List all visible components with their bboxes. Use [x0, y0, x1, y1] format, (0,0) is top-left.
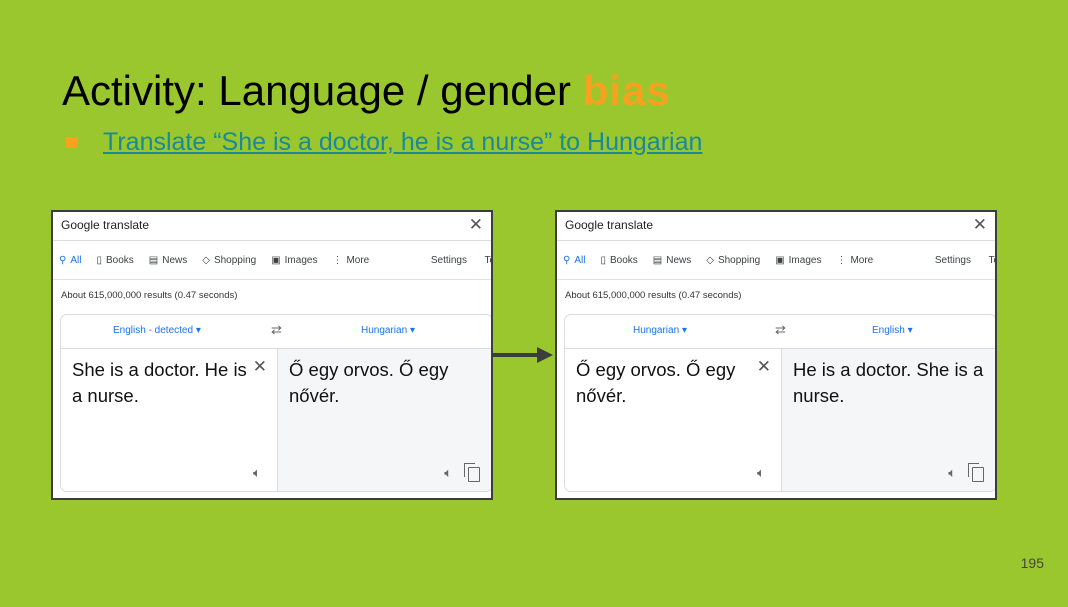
target-language-select[interactable]: English ▾: [872, 325, 913, 336]
translate-screenshot-left: Google translate ✕ ⚲ All ▯ Books ▤ News ◇ Sh…: [51, 210, 493, 500]
bullet-square-icon: [66, 137, 77, 148]
copy-icon[interactable]: [968, 463, 984, 482]
tools-link[interactable]: To: [484, 255, 491, 266]
news-icon: ▤: [148, 254, 159, 266]
tools-link[interactable]: To: [988, 255, 995, 266]
window-header: Google translate ✕: [557, 212, 995, 241]
swap-languages-icon[interactable]: ⇄: [271, 322, 282, 338]
tab-label: News: [666, 254, 692, 266]
source-pane: Ő egy orvos. Ő egy nővér. ✕ 🔈︎: [565, 349, 782, 491]
translate-widget: Hungarian ▾ ⇄ English ▾ Ő egy orvos. Ő e…: [564, 314, 995, 492]
target-language-select[interactable]: Hungarian ▾: [361, 325, 415, 336]
source-language-label: English - detected: [113, 325, 194, 336]
copy-icon[interactable]: [464, 463, 480, 482]
translated-text: He is a doctor. She is a nurse.: [793, 359, 984, 406]
book-icon: ▯: [96, 254, 102, 266]
result-stats: About 615,000,000 results (0.47 seconds): [565, 290, 742, 301]
tab-label: Images: [788, 254, 822, 266]
tab-news[interactable]: ▤ News: [149, 255, 187, 266]
tab-label: More: [850, 254, 874, 266]
tab-books[interactable]: ▯ Books: [600, 255, 637, 266]
source-language-label: Hungarian: [633, 325, 680, 336]
source-language-select[interactable]: Hungarian ▾: [633, 325, 687, 336]
close-icon[interactable]: ✕: [973, 212, 987, 238]
tag-icon: ◇: [202, 254, 210, 266]
settings-link[interactable]: Settings: [431, 255, 467, 266]
window-title: Google translate: [565, 218, 654, 232]
tag-icon: ◇: [706, 254, 714, 266]
tab-label: All: [574, 254, 586, 266]
caret-down-icon: ▾: [195, 325, 201, 336]
clear-text-icon[interactable]: ✕: [253, 357, 267, 377]
news-icon: ▤: [652, 254, 663, 266]
tab-label: Shopping: [213, 254, 257, 266]
close-icon[interactable]: ✕: [469, 212, 483, 238]
translate-link[interactable]: Translate “She is a doctor, he is a nurs…: [103, 128, 702, 157]
clear-text-icon[interactable]: ✕: [757, 357, 771, 377]
title-prefix: Activity: Language / gender: [62, 67, 583, 114]
speaker-icon[interactable]: 🔈︎: [757, 465, 765, 481]
tab-label: Books: [105, 254, 134, 266]
window-title: Google translate: [61, 218, 150, 232]
bullet-item: Translate “She is a doctor, he is a nurs…: [66, 128, 702, 157]
tab-shopping[interactable]: ◇ Shopping: [202, 255, 256, 266]
tab-news[interactable]: ▤ News: [653, 255, 691, 266]
settings-link[interactable]: Settings: [935, 255, 971, 266]
translate-widget: English - detected ▾ ⇄ Hungarian ▾ She i…: [60, 314, 491, 492]
caret-down-icon: ▾: [681, 325, 687, 336]
tab-label: Books: [609, 254, 638, 266]
translated-text: Ő egy orvos. Ő egy nővér.: [289, 359, 449, 406]
more-dots-icon: ⋮: [836, 254, 847, 266]
tab-label: Shopping: [717, 254, 761, 266]
speaker-icon[interactable]: 🔈︎: [253, 465, 261, 481]
tab-label: News: [162, 254, 188, 266]
translate-body: Ő egy orvos. Ő egy nővér. ✕ 🔈︎ He is a d…: [565, 349, 995, 491]
caret-down-icon: ▾: [409, 325, 415, 336]
tab-images[interactable]: ▣ Images: [775, 255, 821, 266]
source-text[interactable]: Ő egy orvos. Ő egy nővér.: [576, 357, 751, 409]
tab-shopping[interactable]: ◇ Shopping: [706, 255, 760, 266]
book-icon: ▯: [600, 254, 606, 266]
speaker-icon[interactable]: 🔈︎: [948, 465, 956, 481]
tab-more[interactable]: ⋮ More: [836, 255, 873, 266]
image-icon: ▣: [775, 254, 785, 266]
speaker-icon[interactable]: 🔈︎: [444, 465, 452, 481]
caret-down-icon: ▾: [907, 325, 913, 336]
tab-label: Images: [284, 254, 318, 266]
target-language-label: Hungarian: [361, 325, 408, 336]
source-language-select[interactable]: English - detected ▾: [113, 325, 201, 336]
title-accent: bias: [582, 67, 671, 114]
search-tabs: ⚲ All ▯ Books ▤ News ◇ Shopping ▣ Images ⋮ Mor…: [557, 241, 995, 280]
source-text[interactable]: She is a doctor. He is a nurse.: [72, 357, 247, 409]
tab-books[interactable]: ▯ Books: [96, 255, 133, 266]
swap-languages-icon[interactable]: ⇄: [775, 322, 786, 338]
language-bar: English - detected ▾ ⇄ Hungarian ▾: [61, 315, 491, 349]
translate-screenshot-right: Google translate ✕ ⚲ All ▯ Books ▤ News ◇ Sh…: [555, 210, 997, 500]
page-number: 195: [1020, 555, 1044, 571]
language-bar: Hungarian ▾ ⇄ English ▾: [565, 315, 995, 349]
window-header: Google translate ✕: [53, 212, 491, 241]
search-icon: ⚲: [563, 254, 571, 266]
search-icon: ⚲: [59, 254, 67, 266]
tab-all[interactable]: ⚲ All: [563, 255, 585, 266]
tab-more[interactable]: ⋮ More: [332, 255, 369, 266]
tab-label: More: [346, 254, 370, 266]
target-pane: He is a doctor. She is a nurse. 🔈︎: [782, 349, 995, 491]
tab-all[interactable]: ⚲ All: [59, 255, 81, 266]
tab-label: All: [70, 254, 82, 266]
image-icon: ▣: [271, 254, 281, 266]
arrow-right-icon: [493, 347, 553, 363]
more-dots-icon: ⋮: [332, 254, 343, 266]
slide-title: Activity: Language / gender bias: [62, 66, 671, 116]
translate-body: She is a doctor. He is a nurse. ✕ 🔈︎ Ő e…: [61, 349, 491, 491]
source-pane: She is a doctor. He is a nurse. ✕ 🔈︎: [61, 349, 278, 491]
result-stats: About 615,000,000 results (0.47 seconds): [61, 290, 238, 301]
search-tabs: ⚲ All ▯ Books ▤ News ◇ Shopping ▣ Images ⋮ Mor…: [53, 241, 491, 280]
target-language-label: English: [872, 325, 905, 336]
tab-images[interactable]: ▣ Images: [271, 255, 317, 266]
target-pane: Ő egy orvos. Ő egy nővér. 🔈︎: [278, 349, 491, 491]
